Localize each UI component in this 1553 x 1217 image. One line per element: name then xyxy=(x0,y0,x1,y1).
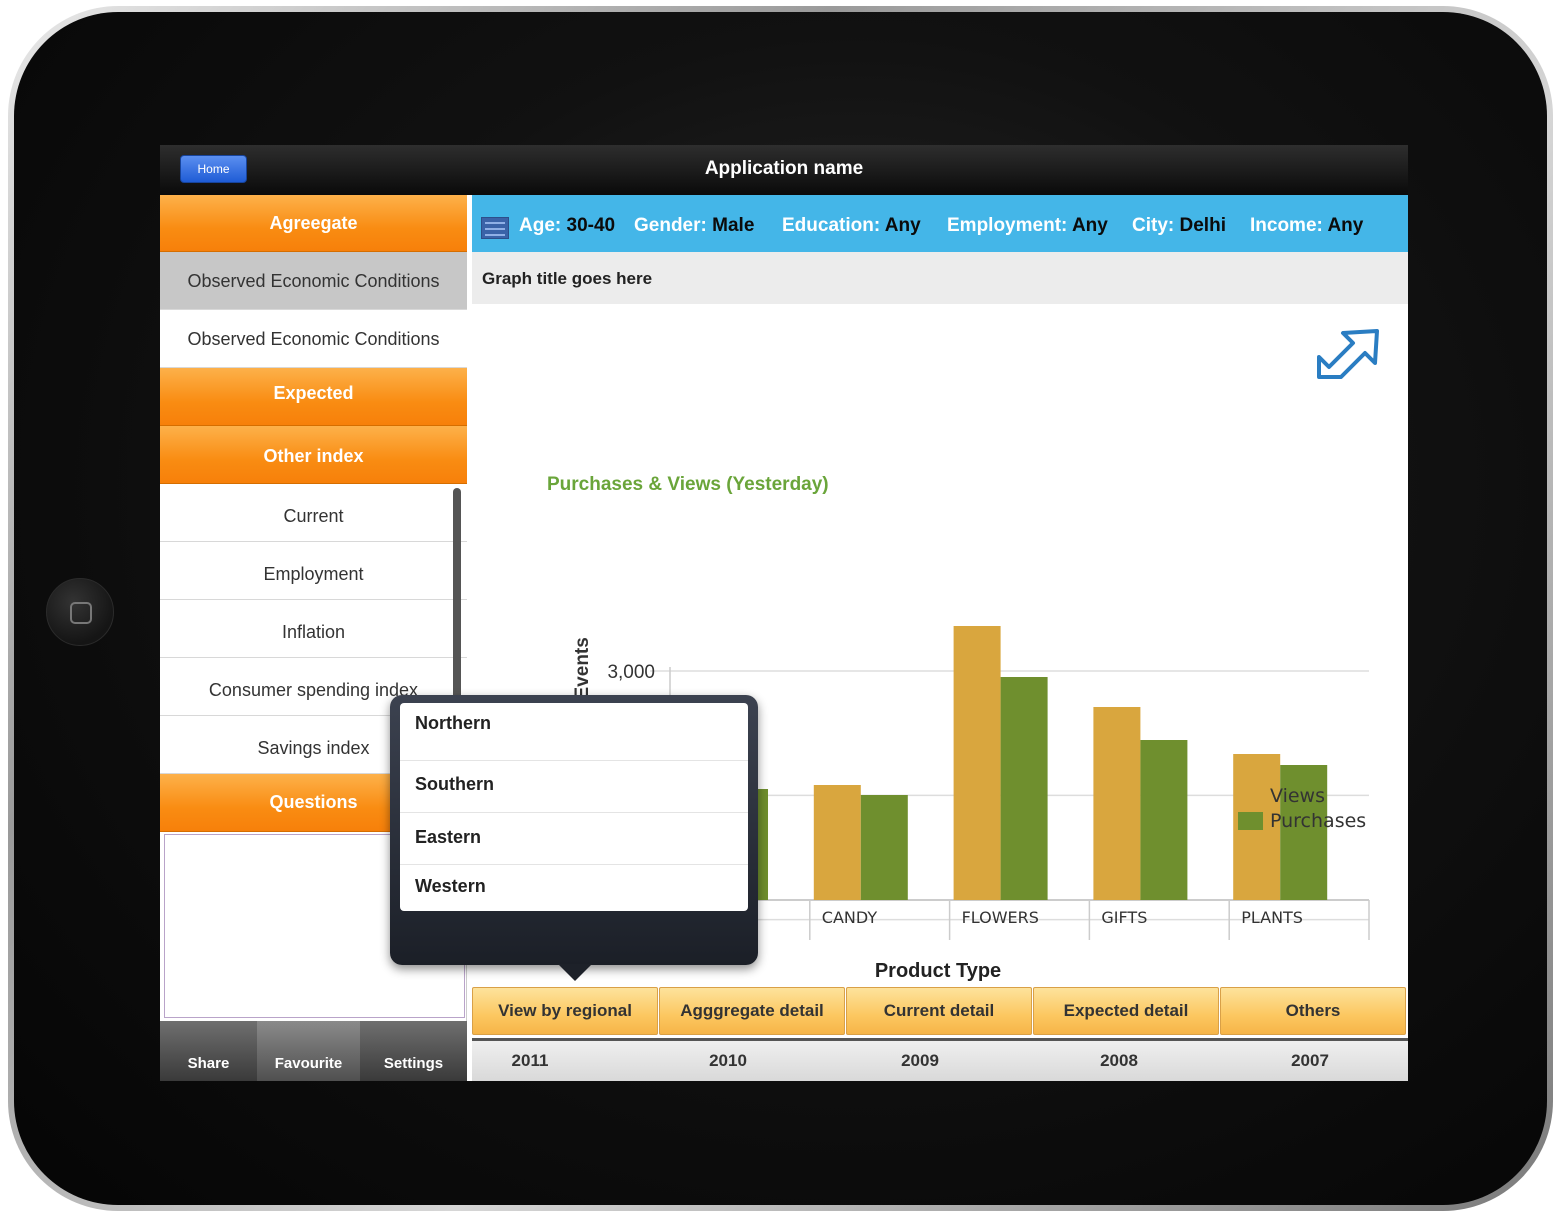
popover-arrow xyxy=(558,964,592,981)
bottom-tab-bar: Share Favourite Settings xyxy=(160,1021,467,1081)
bar-views-gifts xyxy=(1093,707,1141,900)
expected-detail-button[interactable]: Expected detail xyxy=(1033,987,1219,1035)
region-list: Northern Southern Eastern Western xyxy=(400,703,748,911)
year-2011[interactable]: 2011 xyxy=(480,1051,580,1071)
tab-share[interactable]: Share xyxy=(160,1021,257,1081)
sidebar-item-current[interactable]: Current xyxy=(160,484,467,542)
aggregate-detail-button[interactable]: Agggregate detail xyxy=(659,987,845,1035)
filter-age[interactable]: Age: 30-40 xyxy=(519,215,615,237)
sidebar-item-observed-2[interactable]: Observed Economic Conditions xyxy=(160,310,467,368)
app-title: Application name xyxy=(704,158,864,179)
current-detail-button[interactable]: Current detail xyxy=(846,987,1032,1035)
filter-employment[interactable]: Employment: Any xyxy=(947,215,1108,237)
year-2010[interactable]: 2010 xyxy=(678,1051,778,1071)
filter-bar: Age: 30-40 Gender: Male Education: Any E… xyxy=(472,195,1408,252)
chart-title: Purchases & Views (Yesterday) xyxy=(547,474,829,495)
legend-label-views: Views xyxy=(1270,785,1325,807)
chart-x-axis-label: Product Type xyxy=(875,960,1001,982)
bar-views-candy xyxy=(813,785,861,900)
region-popover: Northern Southern Eastern Western xyxy=(390,695,758,981)
title-bar: Home Application name xyxy=(160,145,1408,195)
filter-income[interactable]: Income: Any xyxy=(1250,215,1363,237)
filter-list-icon[interactable] xyxy=(481,217,509,239)
sidebar-header-other-index[interactable]: Other index xyxy=(160,426,467,484)
region-southern[interactable]: Southern xyxy=(400,761,748,813)
x-category-label: PLANTS xyxy=(1241,908,1303,927)
bar-purchases-candy xyxy=(860,795,908,900)
bottom-button-bar: View by regional Agggregate detail Curre… xyxy=(472,987,1408,1037)
sidebar-scrollbar[interactable] xyxy=(453,488,461,708)
app-screen: Home Application name Agreegate Observed… xyxy=(160,145,1408,1081)
tab-favourite[interactable]: Favourite xyxy=(257,1021,360,1081)
x-category-label: CANDY xyxy=(822,908,878,927)
region-western[interactable]: Western xyxy=(400,865,748,911)
region-eastern[interactable]: Eastern xyxy=(400,813,748,865)
hardware-home-button[interactable] xyxy=(46,578,114,646)
sidebar-header-expected[interactable]: Expected xyxy=(160,368,467,426)
sidebar-item-inflation[interactable]: Inflation xyxy=(160,600,467,658)
x-category-label: GIFTS xyxy=(1101,908,1147,927)
filter-education[interactable]: Education: Any xyxy=(782,215,921,237)
sidebar-item-employment[interactable]: Employment xyxy=(160,542,467,600)
filter-city[interactable]: City: Delhi xyxy=(1132,215,1226,237)
year-2007[interactable]: 2007 xyxy=(1260,1051,1360,1071)
year-2009[interactable]: 2009 xyxy=(870,1051,970,1071)
legend-swatch-purchases xyxy=(1238,812,1263,830)
bar-purchases-gifts xyxy=(1140,740,1188,900)
square-icon xyxy=(70,602,92,624)
graph-title: Graph title goes here xyxy=(472,252,1408,304)
legend-label-purchases: Purchases xyxy=(1270,810,1366,832)
view-by-regional-button[interactable]: View by regional xyxy=(472,987,658,1035)
tab-settings[interactable]: Settings xyxy=(360,1021,467,1081)
year-bar: 2011 2010 2009 2008 2007 xyxy=(472,1038,1408,1081)
bar-views-flowers xyxy=(953,626,1001,900)
chart-bars xyxy=(674,626,1328,900)
y-tick-label: 3,000 xyxy=(607,662,655,683)
bar-purchases-flowers xyxy=(1000,677,1048,900)
sidebar-header-aggregate[interactable]: Agreegate xyxy=(160,195,467,252)
filter-gender[interactable]: Gender: Male xyxy=(634,215,754,237)
region-northern[interactable]: Northern xyxy=(400,703,748,761)
year-2008[interactable]: 2008 xyxy=(1069,1051,1169,1071)
x-category-label: FLOWERS xyxy=(962,908,1039,927)
legend-swatch-views xyxy=(1238,787,1263,805)
sidebar-item-observed-1[interactable]: Observed Economic Conditions xyxy=(160,252,467,310)
others-button[interactable]: Others xyxy=(1220,987,1406,1035)
